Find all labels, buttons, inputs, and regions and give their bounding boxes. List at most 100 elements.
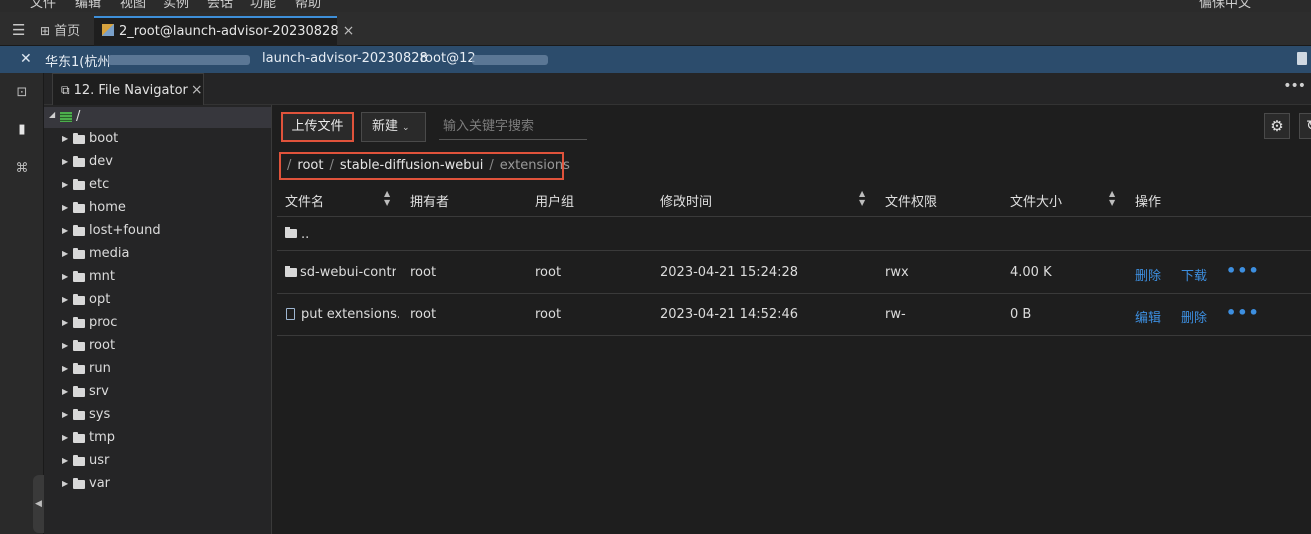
menu-item-help[interactable]: 帮助 <box>295 0 321 11</box>
menu-item-session[interactable]: 会话 <box>207 0 233 11</box>
column-header-owner: 拥有者 <box>410 195 450 210</box>
tab-home[interactable]: ⊞ 首页 <box>40 20 80 39</box>
tab-session-label: 2_root@launch-advisor-20230828 <box>119 24 339 39</box>
tree-root[interactable]: ◢ / <box>44 107 271 128</box>
caret-right-icon[interactable]: ▶ <box>62 318 68 327</box>
file-name[interactable]: put extensions... <box>301 307 399 322</box>
breadcrumb-root[interactable]: / <box>287 158 291 173</box>
table-row[interactable]: sd-webui-contro root root 2023-04-21 15:… <box>277 252 1311 294</box>
breadcrumb-item-root[interactable]: root <box>297 158 323 173</box>
file-group: root <box>535 265 562 280</box>
file-icon[interactable]: ▮ <box>0 122 44 137</box>
caret-right-icon[interactable]: ▶ <box>62 456 68 465</box>
terminal-icon[interactable]: ⊡ <box>0 85 44 100</box>
settings-button[interactable]: ⚙ <box>1264 113 1290 139</box>
more-actions-icon[interactable]: ••• <box>1226 261 1260 280</box>
menu-item-language[interactable]: 偏保中文 <box>1199 0 1251 11</box>
folder-icon <box>73 363 85 374</box>
tree-item[interactable]: ▶ srv <box>44 381 271 404</box>
tree-item-label: mnt <box>89 269 115 284</box>
redacted-ip <box>472 55 548 65</box>
more-icon[interactable]: ••• <box>1283 78 1306 94</box>
caret-right-icon[interactable]: ▶ <box>62 410 68 419</box>
column-header-name[interactable]: 文件名 <box>285 191 324 210</box>
document-icon[interactable] <box>1297 52 1307 65</box>
tree-item[interactable]: ▶ proc <box>44 312 271 335</box>
tab-file-navigator[interactable]: ⧉ 12. File Navigator × <box>52 73 204 105</box>
column-header-size[interactable]: 文件大小 <box>1010 191 1062 210</box>
search-input[interactable] <box>439 114 587 140</box>
more-actions-icon[interactable]: ••• <box>1226 303 1260 322</box>
tree-item[interactable]: ▶ etc <box>44 174 271 197</box>
tree-item[interactable]: ▶ home <box>44 197 271 220</box>
caret-right-icon[interactable]: ▶ <box>62 134 68 143</box>
tree-item[interactable]: ▶ var <box>44 473 271 496</box>
caret-right-icon[interactable]: ▶ <box>62 479 68 488</box>
tree-item[interactable]: ▶ mnt <box>44 266 271 289</box>
tree-item[interactable]: ▶ dev <box>44 151 271 174</box>
tree-item[interactable]: ▶ usr <box>44 450 271 473</box>
folder-icon <box>73 179 85 190</box>
breadcrumb: / root / stable-diffusion-webui / extensions <box>279 152 570 180</box>
table-row-parent[interactable]: .. <box>277 218 1311 251</box>
breadcrumb-item-stable-diffusion[interactable]: stable-diffusion-webui <box>340 158 483 173</box>
tree-item[interactable]: ▶ sys <box>44 404 271 427</box>
caret-right-icon[interactable]: ▶ <box>62 364 68 373</box>
caret-right-icon[interactable]: ▶ <box>62 157 68 166</box>
sort-icon[interactable]: ▲ ▼ <box>384 189 390 207</box>
tree-item-label: home <box>89 200 126 215</box>
tree-item[interactable]: ▶ boot <box>44 128 271 151</box>
tree-item-label: proc <box>89 315 118 330</box>
folder-icon <box>285 266 297 277</box>
delete-link[interactable]: 删除 <box>1135 265 1161 284</box>
sort-icon[interactable]: ▲ ▼ <box>1109 189 1115 207</box>
menu-item-view[interactable]: 视图 <box>120 0 146 11</box>
tab-session[interactable]: 2_root@launch-advisor-20230828 × <box>94 16 354 46</box>
caret-right-icon[interactable]: ▶ <box>62 249 68 258</box>
close-icon[interactable]: × <box>191 82 203 98</box>
menu-item-edit[interactable]: 编辑 <box>75 0 101 11</box>
caret-right-icon[interactable]: ▶ <box>62 387 68 396</box>
tree-item-label: lost+found <box>89 223 161 238</box>
caret-down-icon[interactable]: ◢ <box>49 110 55 119</box>
tab-file-navigator-label: 12. File Navigator <box>73 83 188 98</box>
tree-item-label: boot <box>89 131 119 146</box>
menu-item-instance[interactable]: 实例 <box>163 0 189 11</box>
caret-right-icon[interactable]: ▶ <box>62 226 68 235</box>
tree-item[interactable]: ▶ root <box>44 335 271 358</box>
tree-item[interactable]: ▶ opt <box>44 289 271 312</box>
tree-item[interactable]: ▶ media <box>44 243 271 266</box>
caret-right-icon[interactable]: ▶ <box>62 433 68 442</box>
tree-item[interactable]: ▶ run <box>44 358 271 381</box>
folder-icon <box>73 317 85 328</box>
tree-item[interactable]: ▶ tmp <box>44 427 271 450</box>
connection-bar: ✕ 华东1(杭州 launch-advisor-20230828 root@12 <box>0 46 1311 73</box>
delete-link[interactable]: 删除 <box>1181 307 1207 326</box>
caret-right-icon[interactable]: ▶ <box>62 272 68 281</box>
caret-right-icon[interactable]: ▶ <box>62 341 68 350</box>
folder-icon <box>73 455 85 466</box>
menu-icon[interactable]: ☰ <box>12 21 25 39</box>
tree-item[interactable]: ▶ lost+found <box>44 220 271 243</box>
new-button[interactable]: 新建 ⌄ <box>361 112 426 142</box>
download-link[interactable]: 下载 <box>1181 265 1207 284</box>
sort-icon[interactable]: ▲ ▼ <box>859 189 865 207</box>
apps-icon[interactable]: ⌘ <box>0 161 44 176</box>
caret-right-icon[interactable]: ▶ <box>62 203 68 212</box>
menu-item-file[interactable]: 文件 <box>30 0 56 11</box>
breadcrumb-separator: / <box>329 158 334 173</box>
caret-right-icon[interactable]: ▶ <box>62 295 68 304</box>
caret-right-icon[interactable]: ▶ <box>62 180 68 189</box>
column-header-actions: 操作 <box>1135 195 1162 210</box>
edit-link[interactable]: 编辑 <box>1135 307 1161 326</box>
column-header-mtime[interactable]: 修改时间 <box>660 191 712 210</box>
table-row[interactable]: put extensions... root root 2023-04-21 1… <box>277 294 1311 336</box>
close-icon[interactable]: × <box>343 23 355 39</box>
collapse-handle[interactable]: ◀ <box>33 475 44 533</box>
upload-file-button[interactable]: 上传文件 <box>281 112 354 142</box>
breadcrumb-separator: / <box>489 158 494 173</box>
refresh-button[interactable]: ↻ <box>1299 113 1311 139</box>
menu-item-feature[interactable]: 功能 <box>250 0 276 11</box>
disconnect-icon[interactable]: ✕ <box>20 51 32 67</box>
file-name[interactable]: sd-webui-contro <box>300 265 396 280</box>
